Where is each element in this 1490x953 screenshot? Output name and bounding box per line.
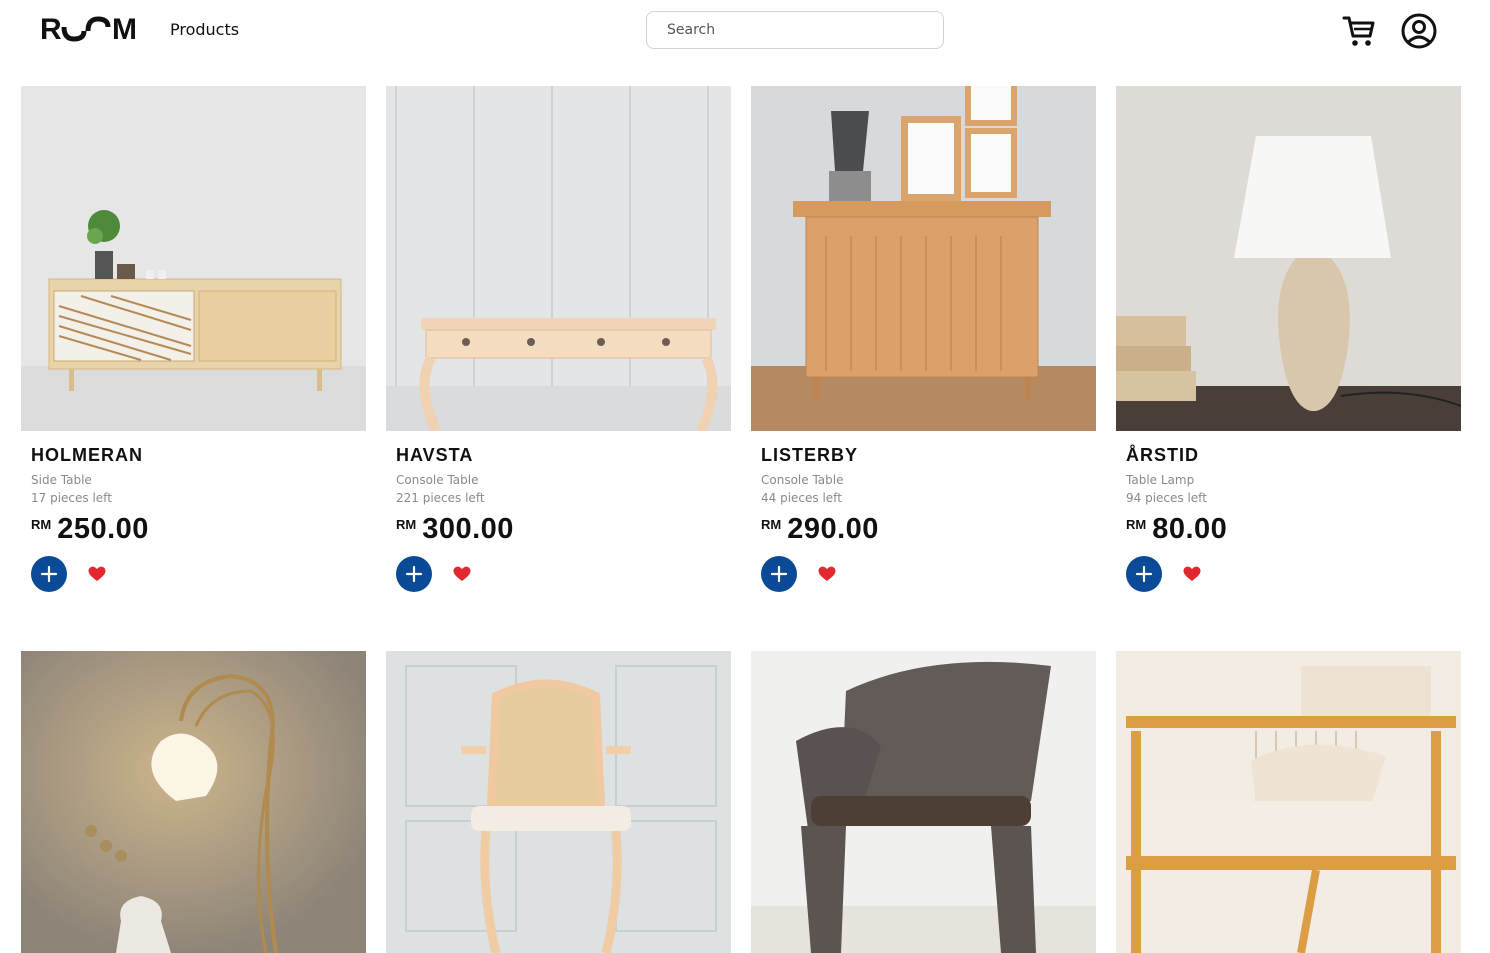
heart-icon (88, 566, 106, 581)
product-card[interactable] (1116, 651, 1461, 953)
product-card[interactable]: LISTERBY Console Table 44 pieces left RM… (751, 86, 1096, 592)
product-price: RM 80.00 (1126, 513, 1451, 546)
product-name: ÅRSTID (1126, 445, 1199, 465)
product-card[interactable]: ÅRSTID Table Lamp 94 pieces left RM 80.0… (1116, 86, 1461, 592)
price-amount: 300.00 (422, 513, 514, 545)
favorite-button[interactable] (815, 562, 839, 586)
product-card[interactable] (386, 651, 731, 953)
product-category: Side Table (31, 473, 92, 487)
product-image[interactable] (21, 651, 366, 953)
product-image[interactable] (751, 86, 1096, 431)
logo-mark: R M (40, 13, 138, 43)
add-to-cart-button[interactable] (761, 556, 797, 592)
product-image[interactable] (1116, 651, 1461, 953)
product-price: RM 300.00 (396, 513, 721, 546)
cart-button[interactable] (1340, 12, 1378, 50)
product-image[interactable] (751, 651, 1096, 953)
search-input[interactable] (646, 11, 944, 49)
product-category: Console Table (396, 473, 479, 487)
product-image[interactable] (21, 86, 366, 431)
price-amount: 250.00 (57, 513, 149, 545)
product-name: HOLMERAN (31, 445, 143, 465)
product-actions (396, 556, 721, 592)
top-header: R M Products (0, 0, 1490, 62)
price-currency: RM (396, 517, 417, 532)
price-amount: 80.00 (1152, 513, 1228, 545)
product-category: Console Table (761, 473, 844, 487)
svg-text:R: R (40, 13, 62, 43)
plus-icon (405, 565, 423, 583)
add-to-cart-button[interactable] (31, 556, 67, 592)
product-actions (761, 556, 1086, 592)
product-actions (31, 556, 356, 592)
product-price: RM 290.00 (761, 513, 1086, 546)
product-card[interactable] (21, 651, 366, 953)
product-price: RM 250.00 (31, 513, 356, 546)
price-currency: RM (31, 517, 52, 532)
user-circle-icon (1401, 13, 1437, 49)
plus-icon (770, 565, 788, 583)
favorite-button[interactable] (450, 562, 474, 586)
product-image[interactable] (386, 86, 731, 431)
nav-products-link[interactable]: Products (170, 20, 239, 39)
product-category: Table Lamp (1126, 473, 1195, 487)
product-name: HAVSTA (396, 445, 474, 465)
favorite-button[interactable] (85, 562, 109, 586)
svg-text:M: M (112, 13, 138, 43)
product-stock: 44 pieces left (761, 491, 842, 505)
product-card[interactable]: HAVSTA Console Table 221 pieces left RM … (386, 86, 731, 592)
plus-icon (40, 565, 58, 583)
product-image[interactable] (386, 651, 731, 953)
heart-icon (453, 566, 471, 581)
product-actions (1126, 556, 1451, 592)
product-card[interactable] (751, 651, 1096, 953)
product-name: LISTERBY (761, 445, 859, 465)
plus-icon (1135, 565, 1153, 583)
account-button[interactable] (1400, 12, 1438, 50)
favorite-button[interactable] (1180, 562, 1204, 586)
product-stock: 94 pieces left (1126, 491, 1207, 505)
product-image[interactable] (1116, 86, 1461, 431)
add-to-cart-button[interactable] (396, 556, 432, 592)
price-currency: RM (1126, 517, 1147, 532)
price-currency: RM (761, 517, 782, 532)
heart-icon (818, 566, 836, 581)
product-card[interactable]: HOLMERAN Side Table 17 pieces left RM 25… (21, 86, 366, 592)
price-amount: 290.00 (787, 513, 879, 545)
add-to-cart-button[interactable] (1126, 556, 1162, 592)
cart-icon (1342, 16, 1375, 46)
room-logo[interactable]: R M (40, 12, 146, 44)
product-stock: 17 pieces left (31, 491, 112, 505)
product-stock: 221 pieces left (396, 491, 485, 505)
heart-icon (1183, 566, 1201, 581)
